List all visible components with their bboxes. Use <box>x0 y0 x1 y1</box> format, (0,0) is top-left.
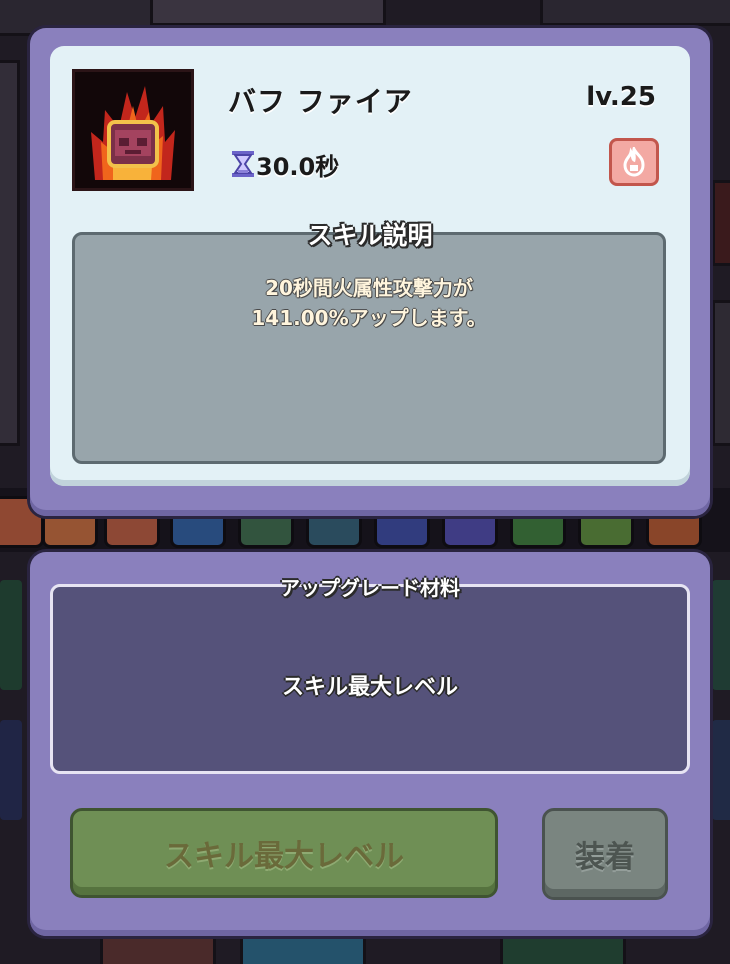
upgrade-materials-title: アップグレード材料 <box>280 576 460 600</box>
description-line: 141.00%アップします。 <box>251 306 487 330</box>
cooldown-value: 30.0秒 <box>256 152 340 181</box>
upgrade-materials-box: スキル最大レベル <box>50 584 690 774</box>
description-title: スキル説明 <box>307 221 433 250</box>
equip-button[interactable]: 装着 <box>542 808 668 900</box>
max-level-status: スキル最大レベル <box>281 675 458 700</box>
cooldown-row: 30.0秒 <box>232 148 340 181</box>
skill-level: lv.25 <box>586 82 656 112</box>
max-level-button[interactable]: スキル最大レベル <box>70 808 498 898</box>
fire-skill-icon <box>72 69 194 191</box>
description-box: 20秒間火属性攻撃力が 141.00%アップします。 <box>72 232 666 464</box>
description-line: 20秒間火属性攻撃力が <box>265 276 473 300</box>
fire-element-icon <box>609 138 659 186</box>
hourglass-icon <box>232 151 254 177</box>
description-text: 20秒間火属性攻撃力が 141.00%アップします。 <box>75 273 663 333</box>
skill-name: バフ ファイア <box>228 85 413 118</box>
